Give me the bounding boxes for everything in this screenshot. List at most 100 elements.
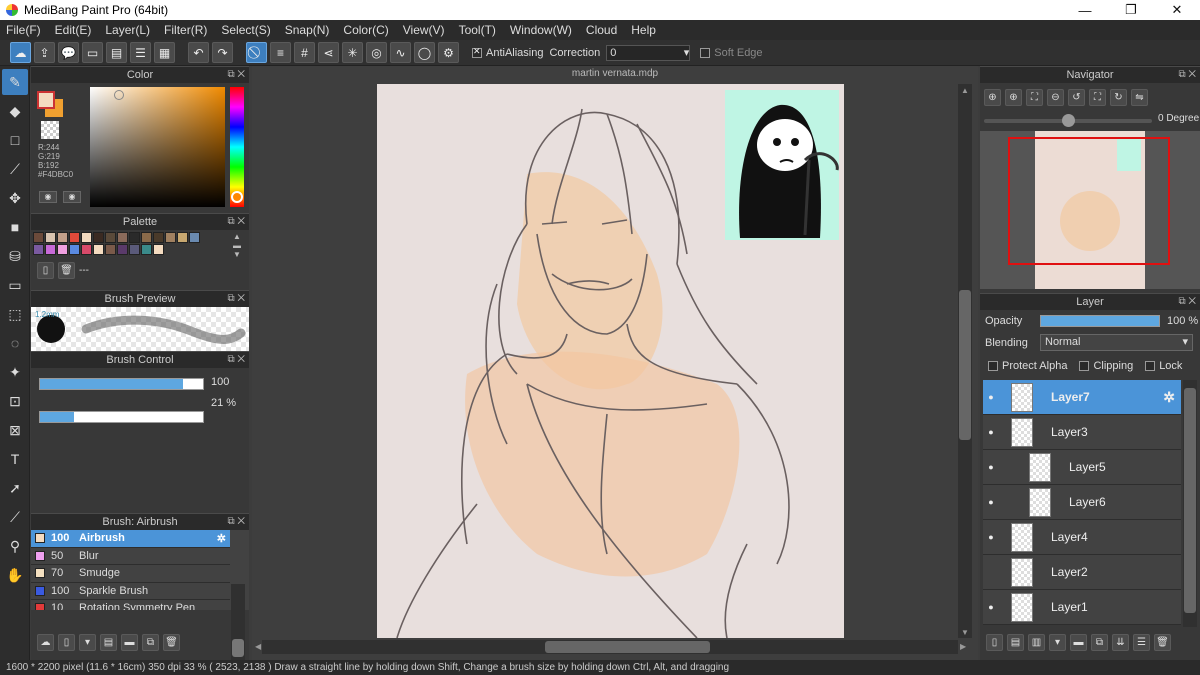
delete-palette-icon[interactable]: 🗑 <box>58 262 75 279</box>
eyedropper-tool-icon[interactable]: ⚲ <box>2 533 28 559</box>
brush-properties-icon[interactable]: ▤ <box>100 634 117 651</box>
drawing-canvas[interactable] <box>377 84 844 638</box>
palette-scroll-icon[interactable]: ▲ ▬ ▼ <box>233 232 241 259</box>
saturation-value-picker[interactable] <box>90 87 225 207</box>
palette-row2-swatch-6[interactable] <box>105 244 116 255</box>
palette-row1-swatch-11[interactable] <box>165 232 176 243</box>
lasso-tool-icon[interactable]: ◌ <box>2 330 28 356</box>
antialiasing-checkbox[interactable] <box>472 46 482 58</box>
radial-snap-icon[interactable]: ✳ <box>342 42 363 63</box>
clipping-checkbox[interactable] <box>1079 361 1090 371</box>
brush-size-slider[interactable] <box>39 378 204 390</box>
palette-row1-swatch-13[interactable] <box>189 232 200 243</box>
select-pen-tool-icon[interactable]: ⊡ <box>2 388 28 414</box>
visibility-eye-icon[interactable]: ● <box>983 532 999 542</box>
palette-row2-swatch-4[interactable] <box>81 244 92 255</box>
palette-row1-swatch-3[interactable] <box>69 232 80 243</box>
text-tool-icon[interactable]: T <box>2 446 28 472</box>
layer-row[interactable]: ● Layer5 <box>983 450 1181 485</box>
new-layer-icon[interactable]: ▯ <box>986 634 1003 651</box>
brush-list-scrollbar[interactable] <box>231 584 245 660</box>
menu-color[interactable]: Color(C) <box>343 23 388 37</box>
page-icon[interactable]: ▤ <box>106 42 127 63</box>
fill-rect-tool-icon[interactable]: ■ <box>2 214 28 240</box>
palette-row1-swatch-2[interactable] <box>57 232 68 243</box>
correction-select[interactable]: 0 ▾ <box>606 44 691 61</box>
bucket-tool-icon[interactable]: ⛁ <box>2 243 28 269</box>
palette-row2-swatch-5[interactable] <box>93 244 104 255</box>
layer-row[interactable]: ● Layer7 ✲ <box>983 380 1181 415</box>
select-rect-tool-icon[interactable]: ⬚ <box>2 301 28 327</box>
layer-row[interactable]: ● Layer6 <box>983 485 1181 520</box>
document-tab[interactable]: martin vernata.mdp <box>252 66 978 82</box>
duplicate-layer-icon[interactable]: ⧉ <box>1091 634 1108 651</box>
palette-row2-swatch-2[interactable] <box>57 244 68 255</box>
panel-close-icon[interactable]: ⧉ ✕ <box>227 514 245 530</box>
palette-row1-swatch-5[interactable] <box>93 232 104 243</box>
layer-folder-icon[interactable]: ▬ <box>1070 634 1087 651</box>
hand-tool-icon[interactable]: ✋ <box>2 562 28 588</box>
redo-icon[interactable]: ↷ <box>212 42 233 63</box>
palette-row1-swatch-10[interactable] <box>153 232 164 243</box>
panel-close-icon[interactable]: ⧉ ✕ <box>1178 294 1196 310</box>
scroll-left-icon[interactable]: ◀ <box>255 642 261 651</box>
divide-frame-tool-icon[interactable]: ⟋ <box>2 504 28 530</box>
undo-icon[interactable]: ↶ <box>188 42 209 63</box>
visibility-eye-icon[interactable]: ● <box>983 602 999 612</box>
delete-brush-icon[interactable]: 🗑 <box>163 634 180 651</box>
zoom-fit-icon[interactable]: ⊕ <box>984 89 1001 106</box>
rotation-handle[interactable] <box>1062 114 1075 127</box>
layer-row[interactable]: Layer2 <box>983 555 1181 590</box>
soft-edge-checkbox[interactable] <box>700 47 711 58</box>
panel-close-icon[interactable]: ⧉ ✕ <box>227 67 245 83</box>
brush-folder-icon[interactable]: ▬ <box>121 634 138 651</box>
rotate-right-icon[interactable]: ↻ <box>1110 89 1127 106</box>
cloud-icon[interactable]: ☁ <box>10 42 31 63</box>
menu-filter[interactable]: Filter(R) <box>164 23 207 37</box>
visibility-eye-icon[interactable]: ● <box>983 427 999 437</box>
zoom-out-icon[interactable]: ⊖ <box>1047 89 1064 106</box>
maximize-button[interactable]: ❐ <box>1108 0 1154 20</box>
palette-row1-swatch-9[interactable] <box>141 232 152 243</box>
panel-close-icon[interactable]: ⧉ ✕ <box>227 214 245 230</box>
panel-close-icon[interactable]: ⧉ ✕ <box>227 291 245 307</box>
hue-handle[interactable] <box>231 191 243 203</box>
panel-close-icon[interactable]: ⧉ ✕ <box>227 352 245 368</box>
snap-settings-icon[interactable]: ⚙ <box>438 42 459 63</box>
merge-layer-icon[interactable]: ⇊ <box>1112 634 1129 651</box>
sv-cursor[interactable] <box>114 90 124 100</box>
menu-tool[interactable]: Tool(T) <box>459 23 496 37</box>
palette-row1-swatch-0[interactable] <box>33 232 44 243</box>
snap-off-icon[interactable]: ⃠ <box>246 42 267 63</box>
operation-tool-icon[interactable]: ➚ <box>2 475 28 501</box>
transparent-swatch[interactable] <box>41 121 59 139</box>
zoom-in-icon[interactable]: ⊕ <box>1005 89 1022 106</box>
move-tool-icon[interactable]: ✥ <box>2 185 28 211</box>
new-palette-icon[interactable]: ▯ <box>37 262 54 279</box>
horizontal-scroll-thumb[interactable] <box>545 641 710 653</box>
magic-wand-tool-icon[interactable]: ✦ <box>2 359 28 385</box>
menu-help[interactable]: Help <box>631 23 656 37</box>
layer-add-menu-icon[interactable]: ▾ <box>1049 634 1066 651</box>
visibility-eye-icon[interactable]: ● <box>983 392 999 402</box>
upload-icon[interactable]: ⇪ <box>34 42 55 63</box>
navigator-view-rect[interactable] <box>1008 137 1170 265</box>
new-brush-icon[interactable]: ▯ <box>58 634 75 651</box>
color-mode-button[interactable]: ◉ <box>39 191 57 203</box>
navigator-preview[interactable] <box>980 131 1200 289</box>
layer-row[interactable]: ● Layer1 <box>983 590 1181 625</box>
page-grid-icon[interactable]: ▦ <box>154 42 175 63</box>
concentric-snap-icon[interactable]: ◎ <box>366 42 387 63</box>
scroll-up-icon[interactable]: ▲ <box>961 86 969 95</box>
brush-settings-icon[interactable]: ✲ <box>217 532 226 545</box>
palette-row2-swatch-7[interactable] <box>117 244 128 255</box>
dot-tool-icon[interactable]: ⟋ <box>2 156 28 182</box>
palette-row1-swatch-12[interactable] <box>177 232 188 243</box>
palette-row2-swatch-1[interactable] <box>45 244 56 255</box>
layer-opacity-slider[interactable] <box>1040 315 1160 327</box>
panel-close-icon[interactable]: ⧉ ✕ <box>1178 67 1196 83</box>
duplicate-brush-icon[interactable]: ⧉ <box>142 634 159 651</box>
blending-select[interactable]: Normal ▾ <box>1040 334 1193 351</box>
visibility-eye-icon[interactable]: ● <box>983 497 999 507</box>
menu-file[interactable]: File(F) <box>6 23 41 37</box>
